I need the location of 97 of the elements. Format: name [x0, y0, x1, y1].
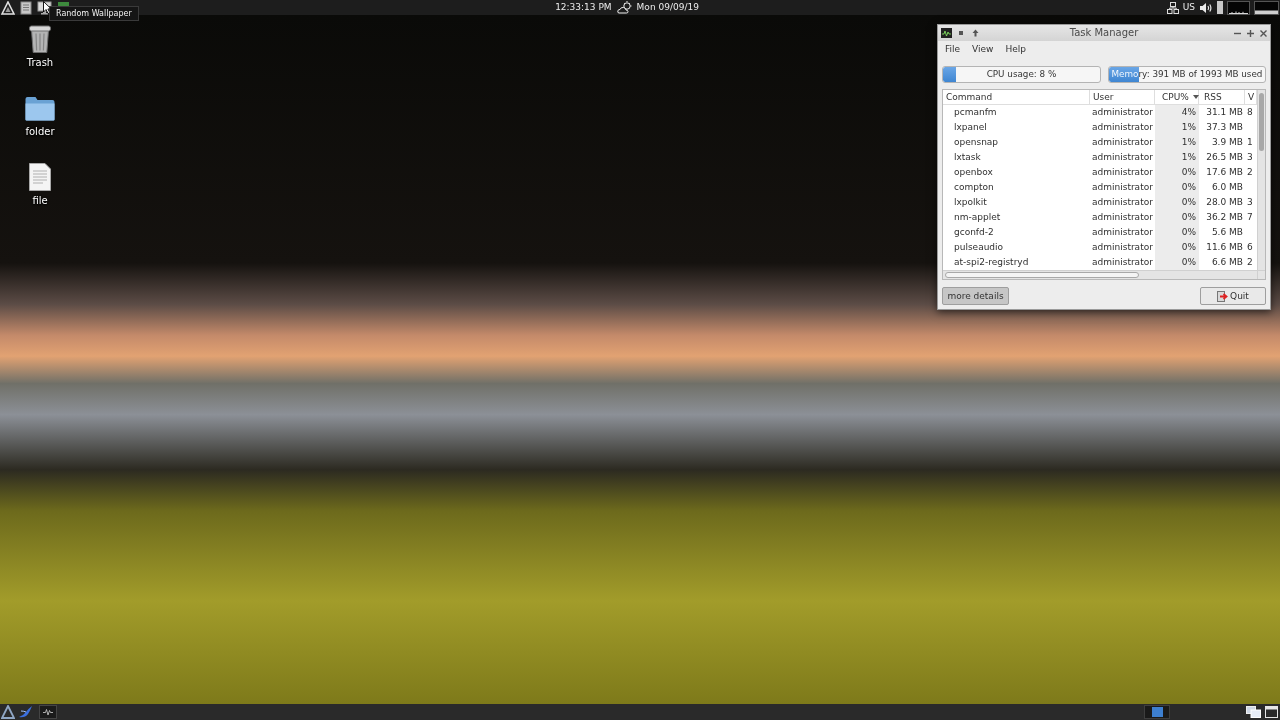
network-icon[interactable] — [1166, 1, 1179, 14]
icon-label[interactable]: folder — [25, 126, 55, 137]
menu-item[interactable]: File — [939, 41, 967, 57]
table-cell-text: 26.5 MB — [1205, 151, 1244, 164]
table-cell: 0% — [1155, 165, 1199, 180]
column-header[interactable]: RSS — [1199, 90, 1245, 105]
table-cell-text: openbox — [953, 166, 994, 179]
table-cell-text: at-spi2-registryd — [953, 256, 1030, 269]
icon-label[interactable]: file — [32, 195, 48, 206]
horizontal-scrollbar[interactable] — [943, 270, 1257, 279]
table-cell-text: 31.1 MB — [1205, 106, 1244, 119]
table-cell-text: 17.6 MB — [1205, 166, 1244, 179]
table-cell-text: administrator — [1091, 181, 1154, 194]
waveform-icon[interactable] — [941, 28, 952, 38]
table-cell-text: 6 — [1246, 241, 1254, 254]
trash-icon[interactable] — [28, 25, 52, 53]
menu-item[interactable]: View — [966, 41, 1000, 57]
panel-clock[interactable]: 12:33:13 PM — [555, 0, 612, 15]
table-cell-text: opensnap — [953, 136, 1000, 149]
window-icon[interactable] — [1265, 706, 1278, 718]
table-cell: 0% — [1155, 195, 1199, 210]
table-cell-text: pulseaudio — [953, 241, 1005, 254]
column-header[interactable]: User — [1090, 90, 1155, 105]
table-cell-text: 1 — [1246, 136, 1254, 149]
windows-icon[interactable] — [1246, 706, 1261, 718]
table-cell-text: 6.0 MB — [1210, 181, 1244, 194]
table-cell-text: administrator — [1091, 241, 1154, 254]
workspace-pager[interactable] — [1144, 705, 1170, 719]
table-cell-text: 36.2 MB — [1205, 211, 1244, 224]
exit-icon — [1217, 290, 1229, 302]
table-cell-text: 37.3 MB — [1205, 121, 1244, 134]
plus-icon[interactable] — [1247, 29, 1254, 37]
table-cell-text: lxtask — [953, 151, 982, 164]
table-cell: 0% — [1155, 180, 1199, 195]
document-icon[interactable] — [19, 0, 33, 15]
table-cell-text: 2 — [1246, 166, 1254, 179]
caret-icon — [1192, 95, 1199, 99]
table-cell-text: nm-applet — [953, 211, 1002, 224]
table-cell: 1% — [1155, 135, 1199, 150]
menu-item[interactable]: Help — [999, 41, 1032, 57]
workspace-icon[interactable] — [1151, 707, 1163, 717]
table-cell-text: 28.0 MB — [1205, 196, 1244, 209]
window-title: Task Manager — [1069, 26, 1139, 40]
table-cell-text: administrator — [1091, 166, 1154, 179]
vertical-scrollbar[interactable] — [1257, 90, 1265, 270]
table-cell: 0% — [1155, 255, 1199, 270]
table-cell-text: 3 — [1246, 151, 1254, 164]
taskbar-button[interactable] — [39, 705, 57, 719]
up-arrow-icon[interactable] — [972, 29, 979, 37]
table-cell: 4% — [1155, 105, 1199, 120]
table-cell: 1% — [1155, 150, 1199, 165]
tooltip: Random Wallpaper — [49, 6, 139, 21]
table-cell-text: 8 — [1246, 106, 1254, 119]
table-cell-text: administrator — [1091, 136, 1154, 149]
table-cell-text: lxpanel — [953, 121, 988, 134]
table-cell-text: pcmanfm — [953, 106, 998, 119]
table-cell-text: compton — [953, 181, 995, 194]
table-cell-text: 3 — [1246, 196, 1254, 209]
table-cell: 0% — [1155, 225, 1199, 240]
table-cell-text: 11.6 MB — [1205, 241, 1244, 254]
table-cell-text: administrator — [1091, 121, 1154, 134]
start-menu-icon[interactable] — [1, 705, 15, 719]
table-cell-text: lxpolkit — [953, 196, 988, 209]
table-cell-text: 3.9 MB — [1210, 136, 1244, 149]
close-icon[interactable] — [1260, 29, 1267, 37]
table-cell-text: 7 — [1246, 211, 1254, 224]
table-cell-text: administrator — [1091, 256, 1154, 269]
weather-icon[interactable] — [616, 1, 632, 14]
table-cell-text: 5.6 MB — [1210, 226, 1244, 239]
scrollbar-corner — [1257, 270, 1265, 279]
table-cell-text: administrator — [1091, 106, 1154, 119]
table-cell-text: administrator — [1091, 226, 1154, 239]
icon-label[interactable]: Trash — [26, 57, 54, 68]
usage-graph-icon[interactable] — [1254, 0, 1279, 15]
table-cell-text: gconfd-2 — [953, 226, 995, 239]
table-cell-text: administrator — [1091, 211, 1154, 224]
table-cell: 1% — [1155, 120, 1199, 135]
table-cell-text: 6.6 MB — [1210, 256, 1244, 269]
quit-button[interactable]: Quit — [1200, 287, 1266, 305]
folder-icon[interactable] — [25, 95, 55, 121]
usage-graph-icon[interactable] — [1227, 0, 1250, 15]
column-header[interactable]: Command — [943, 90, 1090, 105]
table-cell-text: 2 — [1246, 256, 1254, 269]
scrollbar-thumb[interactable] — [945, 272, 1139, 278]
speaker-icon[interactable] — [1199, 1, 1213, 14]
bird-icon[interactable] — [18, 705, 33, 719]
keyboard-layout[interactable]: US — [1182, 0, 1195, 15]
more-details-button[interactable]: more details — [942, 287, 1009, 305]
panel-date[interactable]: Mon 09/09/19 — [636, 0, 699, 15]
table-cell: 0% — [1155, 240, 1199, 255]
document-icon[interactable] — [29, 163, 51, 191]
scrollbar-thumb[interactable] — [1259, 93, 1264, 151]
table-cell: 0% — [1155, 210, 1199, 225]
table-cell-text: administrator — [1091, 151, 1154, 164]
table-cell-text: administrator — [1091, 196, 1154, 209]
waveform-icon — [43, 708, 53, 716]
mouse-pointer-icon — [43, 1, 52, 14]
